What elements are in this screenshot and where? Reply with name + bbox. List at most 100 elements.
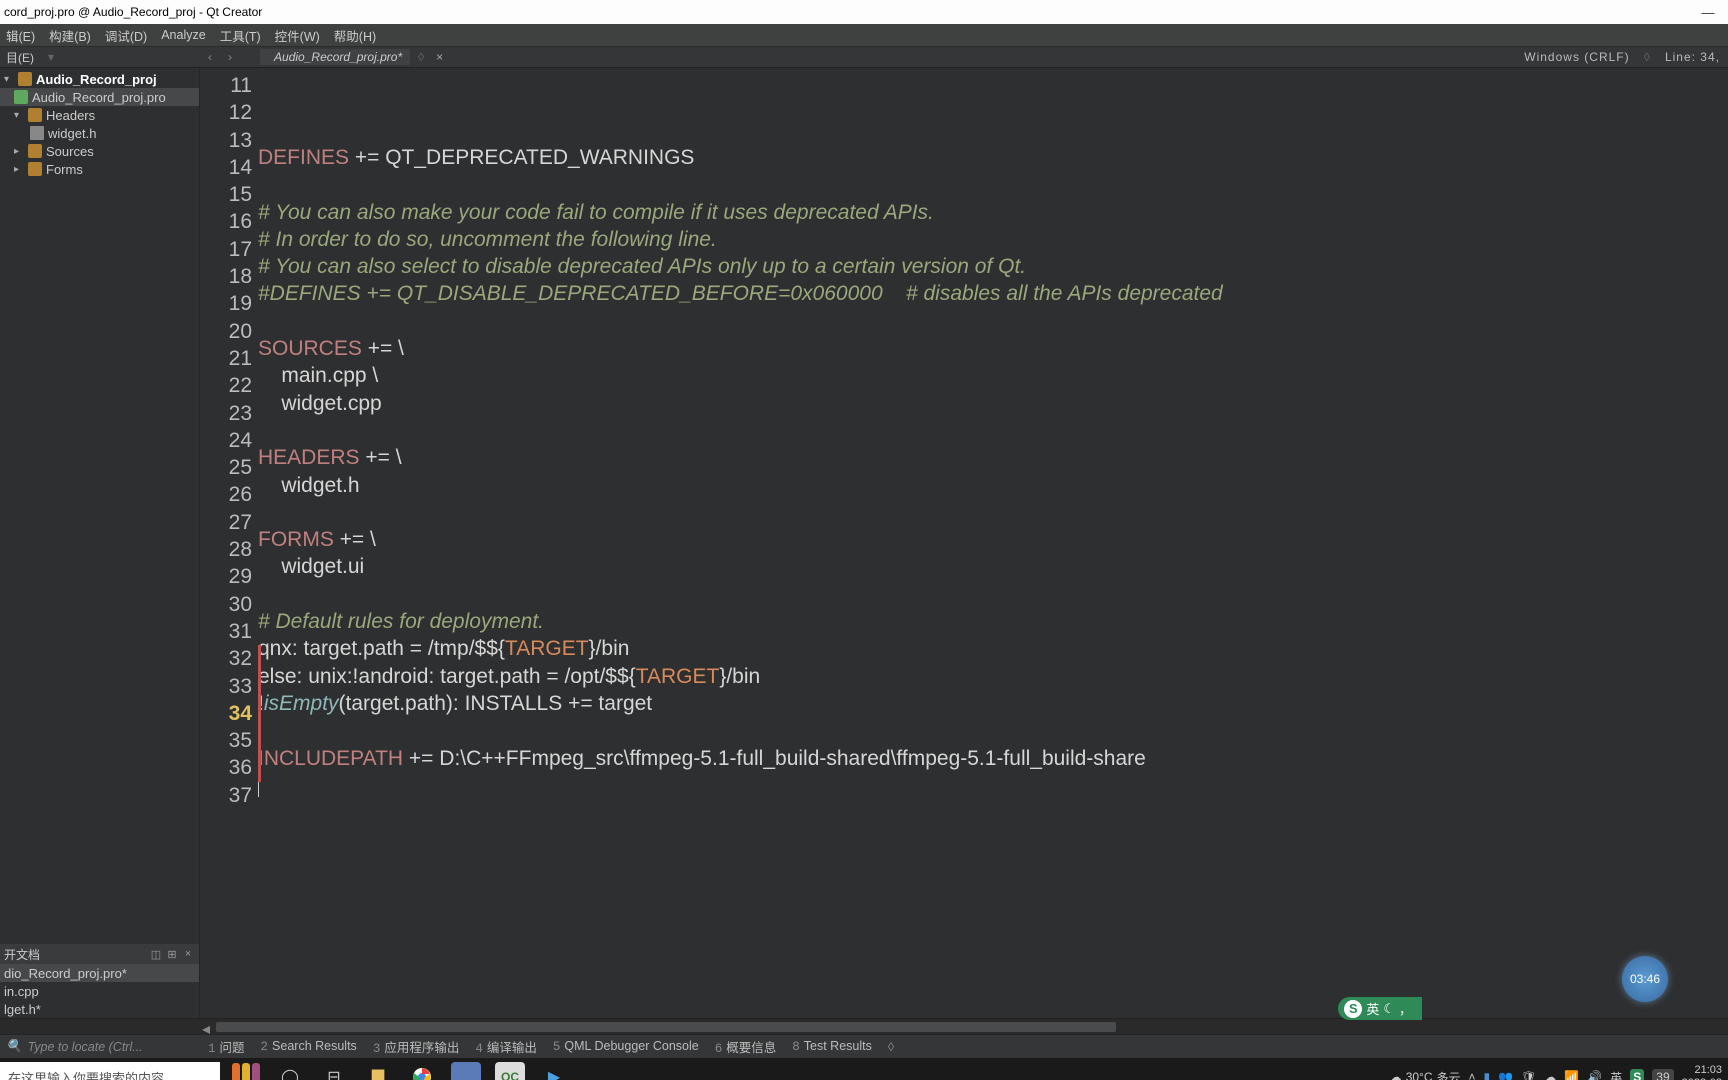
menu-build[interactable]: 构建(B)	[45, 26, 95, 45]
code-line[interactable]	[258, 826, 1728, 853]
code-line[interactable]: widget.ui	[258, 553, 1728, 580]
pane-app-output[interactable]: 3应用程序输出	[365, 1037, 468, 1056]
open-docs-list[interactable]: dio_Record_proj.pro* in.cpp lget.h*	[0, 964, 199, 1018]
menu-debug[interactable]: 调试(D)	[101, 26, 151, 45]
tray-shield-icon[interactable]: 🛡	[1521, 1070, 1536, 1080]
line-number: 32	[200, 645, 258, 672]
taskbar-app-icon[interactable]	[451, 1062, 481, 1080]
taskbar-media-icon[interactable]: ▶	[532, 1058, 576, 1080]
scrollbar-thumb[interactable]	[216, 1022, 1116, 1032]
tray-cloud-icon[interactable]: ☁	[1544, 1070, 1556, 1080]
open-docs-close-icon[interactable]: ×	[181, 947, 195, 961]
menu-widgets[interactable]: 控件(W)	[271, 26, 324, 45]
tray-volume-icon[interactable]: 🔊	[1587, 1070, 1602, 1080]
tree-headers-folder[interactable]: ▾ Headers	[0, 106, 199, 124]
open-docs-split-icon[interactable]: ◫	[149, 947, 163, 961]
menu-analyze[interactable]: Analyze	[157, 28, 209, 42]
open-doc-item[interactable]: dio_Record_proj.pro*	[0, 964, 199, 982]
line-number: 11	[200, 72, 258, 99]
open-doc-item[interactable]: lget.h*	[0, 1000, 199, 1018]
code-line[interactable]: qnx: target.path = /tmp/$${TARGET}/bin	[258, 635, 1728, 662]
tray-chevron-up-icon[interactable]: ˄	[1469, 1070, 1476, 1080]
pane-qml-debug[interactable]: 5QML Debugger Console	[545, 1039, 707, 1054]
taskbar-taskview-icon[interactable]: ⊟	[312, 1058, 356, 1080]
taskbar-palette-icon[interactable]	[224, 1058, 268, 1080]
taskbar-explorer-icon[interactable]: ▇	[356, 1058, 400, 1080]
code-line[interactable]	[258, 854, 1728, 881]
pane-search[interactable]: 2Search Results	[253, 1039, 365, 1054]
code-line[interactable]: widget.h	[258, 472, 1728, 499]
code-line[interactable]	[258, 717, 1728, 744]
tab-close-button[interactable]: ×	[432, 50, 447, 64]
project-tree[interactable]: ▾ Audio_Record_proj Audio_Record_proj.pr…	[0, 68, 199, 944]
ime-popup[interactable]: S 英 ☾ ，	[1338, 997, 1422, 1020]
pane-test-results[interactable]: 8Test Results	[784, 1039, 880, 1054]
tray-people-icon[interactable]: 👥	[1498, 1070, 1513, 1080]
tray-wifi-icon[interactable]: 📶	[1564, 1070, 1579, 1080]
code-line[interactable]: HEADERS += \	[258, 444, 1728, 471]
open-doc-item[interactable]: in.cpp	[0, 982, 199, 1000]
tray-sogou-icon[interactable]: S	[1630, 1069, 1644, 1080]
code-line[interactable]: widget.cpp	[258, 390, 1728, 417]
code-line[interactable]	[258, 772, 1728, 799]
floating-timer[interactable]: 03:46	[1622, 956, 1668, 1002]
tray-weather[interactable]: ☁ 30°C 多云	[1390, 1069, 1461, 1080]
code-line[interactable]: !isEmpty(target.path): INSTALLS += targe…	[258, 690, 1728, 717]
locator-input[interactable]: 🔍 Type to locate (Ctrl...	[0, 1039, 200, 1054]
project-pane-header[interactable]: 目(E)	[4, 49, 44, 66]
encoding-indicator[interactable]: Windows (CRLF)	[1524, 50, 1629, 64]
code-line[interactable]	[258, 499, 1728, 526]
tray-ime-lang[interactable]: 英	[1610, 1069, 1622, 1080]
minimize-button[interactable]: —	[1688, 5, 1728, 20]
line-number: 31	[200, 618, 258, 645]
code-line[interactable]: FORMS += \	[258, 526, 1728, 553]
cursor-position[interactable]: Line: 34,	[1665, 50, 1720, 64]
tree-root[interactable]: ▾ Audio_Record_proj	[0, 70, 199, 88]
code-line[interactable]: # In order to do so, uncomment the follo…	[258, 226, 1728, 253]
menu-help[interactable]: 帮助(H)	[330, 26, 380, 45]
nav-forward-button[interactable]: ›	[222, 49, 238, 65]
code-line[interactable]: SOURCES += \	[258, 335, 1728, 362]
taskbar-qtcreator-icon[interactable]: QC	[495, 1062, 525, 1080]
code-line[interactable]	[258, 581, 1728, 608]
nav-back-button[interactable]: ‹	[202, 49, 218, 65]
code-line[interactable]: # You can also make your code fail to co…	[258, 199, 1728, 226]
editor-h-scrollbar[interactable]: ◂	[0, 1018, 1728, 1034]
code-line[interactable]: #DEFINES += QT_DISABLE_DEPRECATED_BEFORE…	[258, 280, 1728, 307]
tree-sources-label: Sources	[46, 144, 94, 159]
open-docs-add-icon[interactable]: ⊞	[165, 947, 179, 961]
code-area[interactable]: DEFINES += QT_DEPRECATED_WARNINGS # You c…	[258, 68, 1728, 1018]
weather-icon: ☁	[1390, 1070, 1402, 1080]
menu-edit[interactable]: 辑(E)	[2, 26, 39, 45]
line-number: 20	[200, 318, 258, 345]
pane-general[interactable]: 6概要信息	[707, 1037, 785, 1056]
code-line[interactable]	[258, 417, 1728, 444]
code-line[interactable]: else: unix:!android: target.path = /opt/…	[258, 663, 1728, 690]
code-line[interactable]: # You can also select to disable depreca…	[258, 253, 1728, 280]
code-editor[interactable]: 1112131415161718192021222324252627282930…	[200, 68, 1728, 1018]
tab-dropdown-icon[interactable]: ◊	[414, 50, 428, 64]
taskbar-start-button[interactable]: ◯	[268, 1058, 312, 1080]
taskbar-search[interactable]: 在这里输入你要搜索的内容	[0, 1062, 220, 1080]
tree-forms-folder[interactable]: ▸ Forms	[0, 160, 199, 178]
moon-icon: ☾	[1383, 1001, 1395, 1017]
code-line[interactable]: # Default rules for deployment.	[258, 608, 1728, 635]
editor-tab[interactable]: Audio_Record_proj.pro*	[260, 49, 410, 65]
code-line[interactable]	[258, 171, 1728, 198]
tray-badge[interactable]: 39	[1652, 1069, 1673, 1080]
tray-clock[interactable]: 21:03 2022-08	[1682, 1064, 1722, 1080]
tree-pro-file[interactable]: Audio_Record_proj.pro	[0, 88, 199, 106]
tray-battery-icon[interactable]: ▮	[1484, 1070, 1491, 1080]
pane-expand-icon[interactable]: ◊	[880, 1040, 902, 1054]
tree-sources-folder[interactable]: ▸ Sources	[0, 142, 199, 160]
code-line[interactable]: INCLUDEPATH += D:\C++FFmpeg_src\ffmpeg-5…	[258, 745, 1728, 772]
code-line[interactable]	[258, 799, 1728, 826]
code-line[interactable]	[258, 308, 1728, 335]
code-line[interactable]: DEFINES += QT_DEPRECATED_WARNINGS	[258, 144, 1728, 171]
pane-compile[interactable]: 4编译输出	[467, 1037, 545, 1056]
taskbar-chrome-icon[interactable]	[400, 1058, 444, 1080]
pane-issues[interactable]: 1问题	[200, 1037, 253, 1056]
tree-widget-h[interactable]: widget.h	[0, 124, 199, 142]
menu-tools[interactable]: 工具(T)	[216, 26, 265, 45]
code-line[interactable]: main.cpp \	[258, 362, 1728, 389]
